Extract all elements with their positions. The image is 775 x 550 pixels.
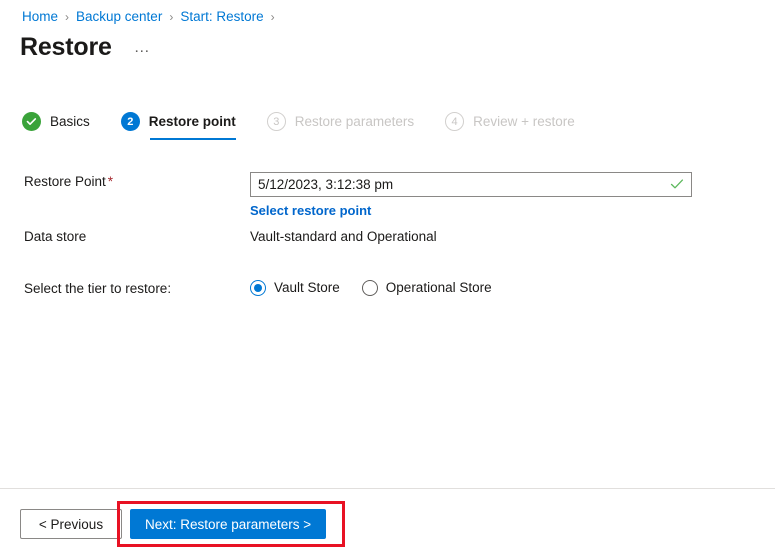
- breadcrumb-separator-icon: ›: [65, 10, 70, 24]
- restore-point-label: Restore Point *: [0, 172, 250, 191]
- restore-point-input[interactable]: [250, 172, 692, 197]
- restore-point-label-text: Restore Point: [24, 174, 106, 189]
- radio-selected-icon: [250, 280, 266, 296]
- tier-radio-group: Vault Store Operational Store: [250, 279, 514, 297]
- restore-point-control: Select restore point: [250, 172, 692, 220]
- wizard-step-restore-point[interactable]: 2 Restore point: [120, 112, 236, 140]
- data-store-value: Vault-standard and Operational: [250, 229, 437, 244]
- wizard-step-label-restore-point: Restore point: [148, 114, 236, 129]
- radio-vault-store[interactable]: Vault Store: [250, 279, 340, 297]
- breadcrumb: Home › Backup center › Start: Restore ›: [22, 8, 282, 26]
- breadcrumb-separator-icon: ›: [169, 10, 174, 24]
- previous-button[interactable]: < Previous: [20, 509, 122, 539]
- required-asterisk: *: [107, 174, 114, 189]
- page-title: Restore: [20, 33, 112, 61]
- azure-restore-wizard-page: Home › Backup center › Start: Restore › …: [0, 0, 775, 550]
- next-button[interactable]: Next: Restore parameters >: [130, 509, 327, 539]
- wizard-step-label-restore-parameters: Restore parameters: [294, 114, 415, 129]
- radio-operational-store[interactable]: Operational Store: [361, 279, 492, 297]
- tier-label: Select the tier to restore:: [24, 281, 172, 296]
- field-data-store: Data store Vault-standard and Operationa…: [0, 227, 437, 246]
- radio-label-operational-store: Operational Store: [385, 280, 492, 295]
- wizard-step-label-basics: Basics: [50, 114, 90, 129]
- wizard-step-label-review-restore: Review + restore: [473, 114, 575, 129]
- breadcrumb-item-home[interactable]: Home: [22, 8, 58, 26]
- step-number-badge: 4: [445, 112, 465, 131]
- field-restore-point: Restore Point* Select restore point: [0, 172, 692, 220]
- wizard-step-review-restore[interactable]: 4 Review + restore: [445, 112, 575, 140]
- field-tier: Select the tier to restore: Vault Store …: [0, 279, 514, 298]
- wizard-step-basics[interactable]: Basics: [22, 112, 90, 140]
- data-store-label: Data store: [24, 229, 87, 244]
- wizard-tabs: Basics 2 Restore point 3 Restore paramet…: [22, 112, 606, 140]
- wizard-step-restore-parameters[interactable]: 3 Restore parameters: [266, 112, 415, 140]
- select-restore-point-link[interactable]: Select restore point: [250, 203, 371, 218]
- breadcrumb-item-backup-center[interactable]: Backup center: [76, 8, 162, 26]
- wizard-footer: < Previous Next: Restore parameters >: [20, 509, 327, 539]
- restore-point-input-wrap: [250, 172, 692, 197]
- breadcrumb-separator-icon: ›: [270, 10, 275, 24]
- page-header: Restore …: [20, 32, 151, 62]
- step-number-badge: 3: [266, 112, 286, 131]
- more-options-icon[interactable]: …: [134, 40, 152, 56]
- breadcrumb-item-start-restore[interactable]: Start: Restore: [180, 8, 263, 26]
- footer-divider: [0, 488, 775, 489]
- radio-label-vault-store: Vault Store: [274, 280, 340, 295]
- radio-unselected-icon: [361, 280, 378, 296]
- check-circle-icon: [22, 112, 41, 131]
- step-number-badge: 2: [120, 112, 140, 131]
